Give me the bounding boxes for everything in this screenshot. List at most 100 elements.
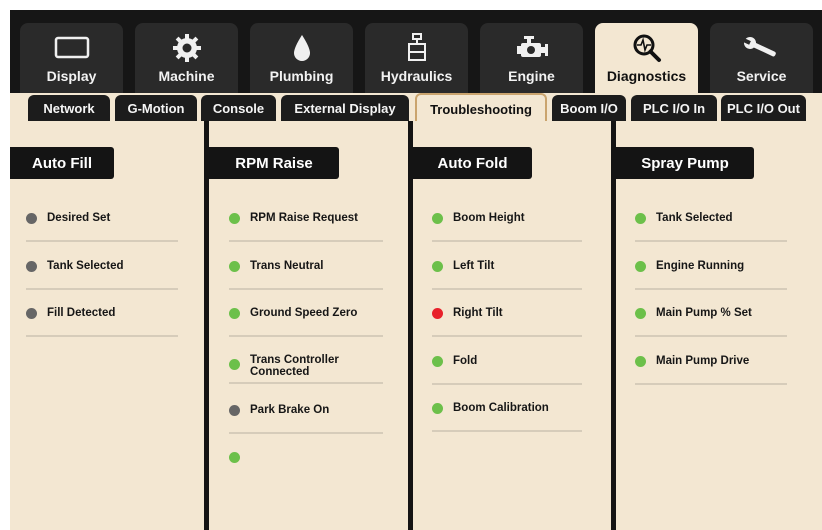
status-row: Boom Height: [432, 207, 582, 247]
status-indicator: [26, 213, 37, 224]
tab-machine[interactable]: Machine: [135, 23, 238, 93]
row-separator: [26, 288, 178, 290]
status-indicator: [229, 452, 240, 463]
diagnostics-magnifier-icon: [627, 34, 667, 62]
status-row: Park Brake On: [229, 399, 383, 439]
row-separator: [229, 240, 383, 242]
row-separator: [635, 383, 787, 385]
tab-display[interactable]: Display: [20, 23, 123, 93]
status-row: [229, 446, 383, 486]
status-row: Tank Selected: [635, 207, 787, 247]
tab-label: Hydraulics: [380, 68, 453, 84]
status-indicator: [635, 261, 646, 272]
status-row: Fold: [432, 350, 582, 390]
status-row: Desired Set: [26, 207, 178, 247]
status-indicator: [635, 213, 646, 224]
status-indicator: [432, 213, 443, 224]
row-separator: [229, 288, 383, 290]
status-row: RPM Raise Request: [229, 207, 383, 247]
column-divider: [408, 121, 413, 530]
status-label: Right Tilt: [453, 307, 503, 319]
status-label: Tank Selected: [47, 260, 124, 272]
subtab-plc-io-in[interactable]: PLC I/O In: [631, 95, 717, 121]
status-indicator: [432, 356, 443, 367]
status-label: Tank Selected: [656, 212, 733, 224]
tab-service[interactable]: Service: [710, 23, 813, 93]
row-separator: [229, 432, 383, 434]
status-row: Left Tilt: [432, 255, 582, 295]
row-separator: [432, 240, 582, 242]
status-label: RPM Raise Request: [250, 212, 359, 224]
row-separator: [432, 288, 582, 290]
status-row: Trans Neutral: [229, 255, 383, 295]
row-separator: [229, 335, 383, 337]
status-row: Right Tilt: [432, 302, 582, 342]
status-indicator: [26, 308, 37, 319]
status-indicator: [229, 405, 240, 416]
row-separator: [635, 335, 787, 337]
subtab-g-motion[interactable]: G-Motion: [115, 95, 197, 121]
engine-icon: [512, 34, 552, 62]
subtab-boom-io[interactable]: Boom I/O: [552, 95, 626, 121]
subtab-console[interactable]: Console: [201, 95, 276, 121]
status-indicator: [229, 261, 240, 272]
status-row: Main Pump Drive: [635, 350, 787, 390]
status-indicator: [432, 261, 443, 272]
status-label: Left Tilt: [453, 260, 495, 272]
status-label: Desired Set: [47, 212, 111, 224]
status-label: Fill Detected: [47, 307, 116, 319]
row-separator: [432, 430, 582, 432]
tab-plumbing[interactable]: Plumbing: [250, 23, 353, 93]
status-row: Trans Controller Connected: [229, 343, 383, 387]
column-title: Spray Pump: [616, 147, 754, 179]
row-separator: [635, 288, 787, 290]
row-separator: [432, 383, 582, 385]
subtab-plc-io-out[interactable]: PLC I/O Out: [721, 95, 806, 121]
status-indicator: [229, 308, 240, 319]
tab-diagnostics[interactable]: Diagnostics: [595, 23, 698, 99]
subtab-network[interactable]: Network: [28, 95, 110, 121]
tab-engine[interactable]: Engine: [480, 23, 583, 93]
status-row: Tank Selected: [26, 255, 178, 295]
status-label-line2: Connected: [250, 366, 310, 378]
status-label: Trans Neutral: [250, 260, 324, 272]
status-label: Main Pump Drive: [656, 355, 750, 367]
column-divider: [204, 121, 209, 530]
status-label: Ground Speed Zero: [250, 307, 358, 319]
tab-hydraulics[interactable]: Hydraulics: [365, 23, 468, 93]
column-title: RPM Raise: [209, 147, 339, 179]
column-title: Auto Fill: [10, 147, 114, 179]
status-indicator: [26, 261, 37, 272]
gear-icon: [167, 34, 207, 62]
wrench-icon: [742, 34, 782, 62]
status-indicator: [229, 359, 240, 370]
column-title: Auto Fold: [413, 147, 532, 179]
status-label: Trans Controller: [250, 354, 339, 366]
row-separator: [635, 240, 787, 242]
status-label: Fold: [453, 355, 478, 367]
status-label: Boom Height: [453, 212, 525, 224]
tab-label: Engine: [508, 68, 555, 84]
status-label: Park Brake On: [250, 404, 330, 416]
row-separator: [26, 240, 178, 242]
tab-label: Diagnostics: [606, 68, 687, 84]
status-row: Engine Running: [635, 255, 787, 295]
tab-label: Service: [736, 68, 787, 84]
subtab-external-display[interactable]: External Display: [281, 95, 409, 121]
status-indicator: [432, 403, 443, 414]
status-row: Boom Calibration: [432, 397, 582, 437]
display-icon: [52, 34, 92, 62]
troubleshooting-panel: Auto Fill Desired Set Tank Selected Fill…: [10, 121, 822, 530]
status-indicator: [229, 213, 240, 224]
status-indicator: [432, 308, 443, 319]
column-divider: [611, 121, 616, 530]
tab-label: Machine: [158, 68, 215, 84]
app-window: Display Machine Plumbing Hydraulics Engi…: [10, 10, 822, 530]
tab-label: Display: [46, 68, 97, 84]
status-label: Main Pump % Set: [656, 307, 752, 319]
droplet-icon: [282, 34, 322, 62]
row-separator: [26, 335, 178, 337]
hydraulic-cylinder-icon: [397, 33, 437, 62]
tab-label: Plumbing: [269, 68, 334, 84]
subtab-troubleshooting[interactable]: Troubleshooting: [415, 93, 547, 123]
